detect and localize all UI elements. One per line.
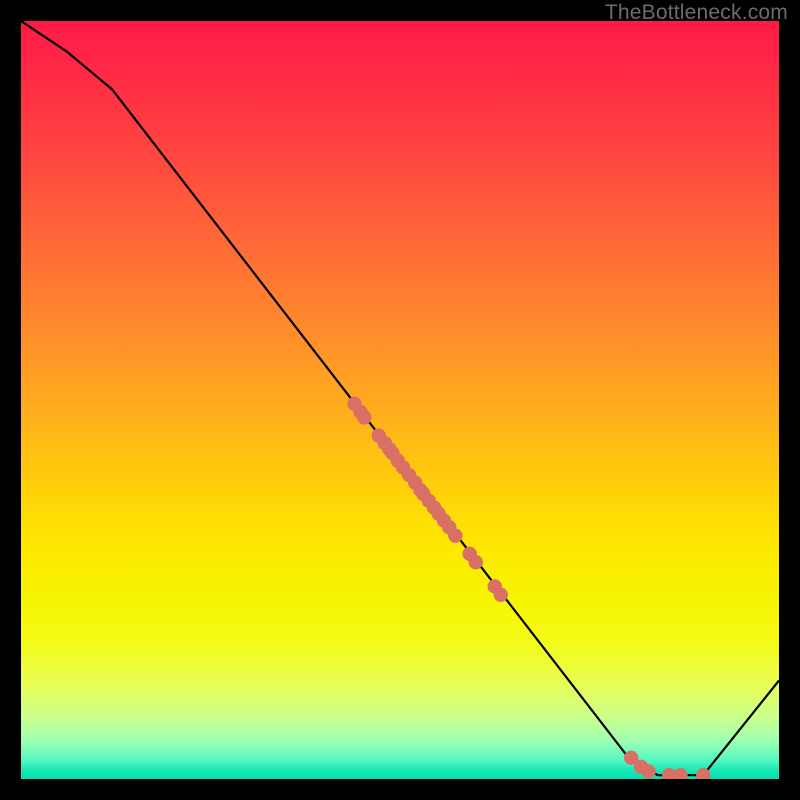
sample-point — [673, 768, 687, 779]
sample-point — [357, 410, 371, 424]
chart-frame: TheBottleneck.com — [0, 0, 800, 800]
sample-point — [448, 528, 462, 542]
bottleneck-curve-path — [21, 21, 779, 775]
sample-markers — [347, 397, 710, 779]
sample-point — [641, 764, 655, 778]
attribution-text: TheBottleneck.com — [605, 1, 788, 25]
sample-point — [469, 555, 483, 569]
chart-svg — [21, 21, 779, 779]
sample-point — [494, 588, 508, 602]
plot-area — [21, 21, 779, 779]
bottleneck-curve — [21, 21, 779, 775]
